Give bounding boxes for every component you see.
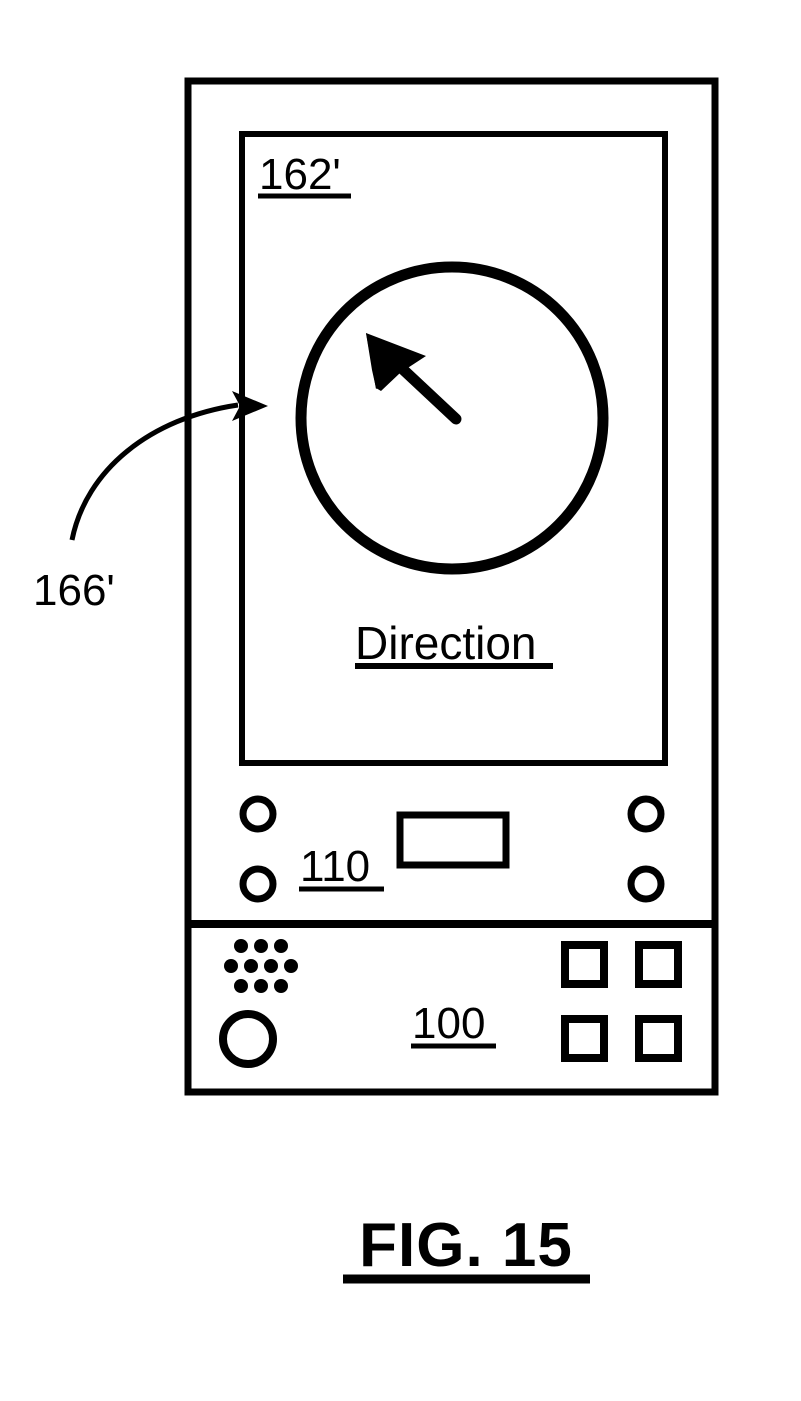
figure-caption: FIG. 15 bbox=[359, 1211, 573, 1280]
button-top-right[interactable] bbox=[627, 795, 665, 833]
callout-166-label: 166' bbox=[33, 566, 115, 615]
button-bottom-left[interactable] bbox=[239, 865, 277, 903]
key-3[interactable] bbox=[561, 1015, 608, 1062]
key-4[interactable] bbox=[635, 1015, 682, 1062]
direction-label: Direction bbox=[355, 617, 537, 669]
button-bottom-right[interactable] bbox=[627, 865, 665, 903]
device-reference-numeral: 100 bbox=[412, 999, 485, 1048]
center-rectangular-key[interactable] bbox=[396, 811, 510, 869]
screen-reference-numeral: 162' bbox=[259, 150, 341, 199]
display-assembly-numeral: 110 bbox=[300, 842, 370, 891]
figure-canvas: 162' Direction 166' 110 100 FIG. 15 bbox=[33, 77, 719, 1284]
patent-figure: 162' Direction 166' 110 100 FIG. 15 bbox=[0, 0, 801, 1401]
key-2[interactable] bbox=[635, 941, 682, 988]
button-top-left[interactable] bbox=[239, 795, 277, 833]
key-1[interactable] bbox=[561, 941, 608, 988]
callout-166-leader bbox=[69, 391, 268, 541]
microphone-circle-icon[interactable] bbox=[219, 1010, 277, 1068]
device-outer-body bbox=[184, 77, 719, 1096]
direction-arrow-icon bbox=[366, 333, 462, 425]
speaker-dot-grid-icon bbox=[224, 939, 298, 993]
